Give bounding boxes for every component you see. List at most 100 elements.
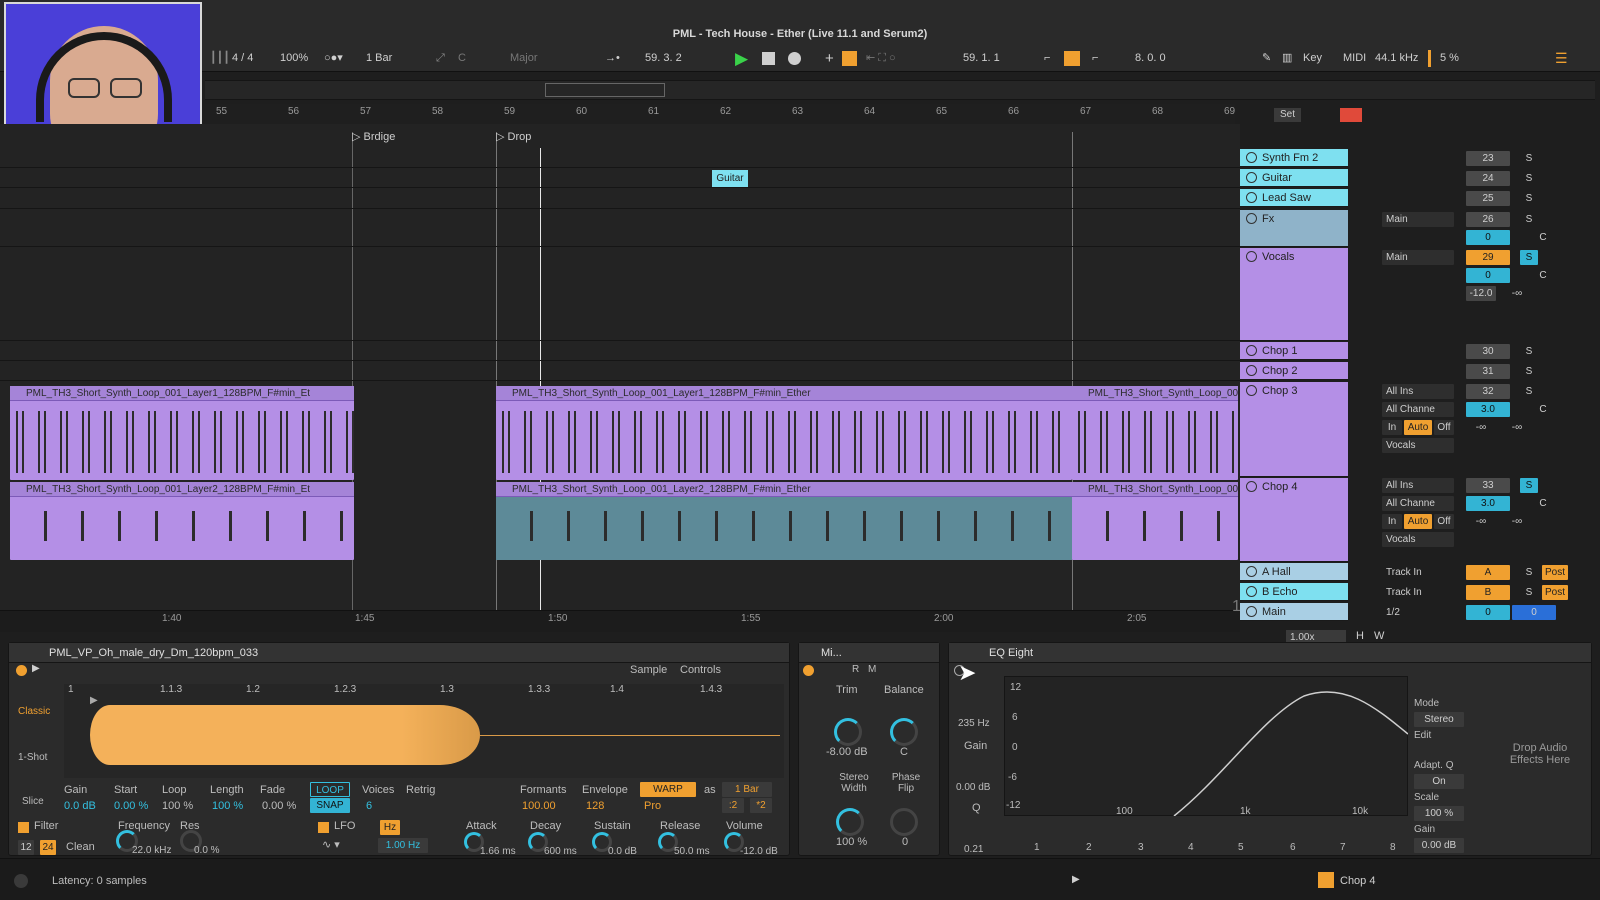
record-arm-icon[interactable]	[1246, 481, 1257, 492]
double-button[interactable]: *2	[750, 798, 772, 813]
time-signature[interactable]: 4 / 4	[232, 50, 253, 67]
record-arm-icon[interactable]	[1246, 192, 1257, 203]
clip-layer2-a[interactable]: PML_TH3_Short_Synth_Loop_001_Layer2_128B…	[10, 482, 354, 560]
slope-12[interactable]: 12	[18, 840, 34, 855]
filter-toggle[interactable]	[18, 822, 29, 833]
volume-field[interactable]: 3.0	[1466, 402, 1510, 417]
input-select[interactable]: All Ins	[1382, 384, 1454, 399]
menu-icon[interactable]: ☰	[1555, 50, 1568, 67]
output-select[interactable]: Track In	[1382, 585, 1454, 600]
utility-m-button[interactable]: M	[868, 664, 876, 675]
preview-play-icon[interactable]: ▶	[32, 663, 40, 674]
band-1[interactable]: 1	[1034, 842, 1040, 853]
clip-layer1-c[interactable]: PML_TH3_Short_Synth_Loop_001	[1072, 386, 1238, 480]
volume-field[interactable]: 0	[1466, 605, 1510, 620]
envelope-value[interactable]: 128	[586, 800, 604, 812]
clip-layer2-b[interactable]: PML_TH3_Short_Synth_Loop_001_Layer2_128B…	[496, 482, 1072, 560]
send-a[interactable]: -∞	[1466, 420, 1496, 435]
track-header-guitar[interactable]: Guitar	[1240, 169, 1348, 187]
tap-icon[interactable]: ┃┃┃	[210, 50, 230, 67]
filter-type[interactable]: Clean	[66, 841, 95, 853]
track-header-fx[interactable]: Fx	[1240, 210, 1348, 247]
send-b[interactable]: -∞	[1502, 514, 1532, 529]
loop-value[interactable]: 100 %	[162, 800, 193, 812]
lock-icon[interactable]	[1340, 108, 1362, 122]
output-select[interactable]: Vocals	[1382, 532, 1454, 547]
track-number[interactable]: 32	[1466, 384, 1510, 399]
utility-r-button[interactable]: R	[852, 664, 859, 675]
output-select[interactable]: Main	[1382, 212, 1454, 227]
solo-button[interactable]: S	[1520, 585, 1538, 600]
lfo-hz-mode[interactable]: Hz	[380, 820, 400, 835]
group-icon[interactable]	[1246, 213, 1257, 224]
mode-slice[interactable]: Slice	[22, 796, 44, 807]
output-select[interactable]: Vocals	[1382, 438, 1454, 453]
out-gain-value[interactable]: 0.00 dB	[1414, 838, 1464, 853]
set-button[interactable]: Set	[1274, 108, 1302, 122]
band-3[interactable]: 3	[1138, 842, 1144, 853]
track-number[interactable]: 31	[1466, 364, 1510, 379]
channel-select[interactable]: All Channe	[1382, 402, 1454, 417]
punch-out-icon[interactable]: ⌐	[1092, 50, 1098, 67]
input-select[interactable]: All Ins	[1382, 478, 1454, 493]
track-number[interactable]: 25	[1466, 191, 1510, 206]
length-value[interactable]: 100 %	[212, 800, 243, 812]
output-select[interactable]: Main	[1382, 250, 1454, 265]
record-arm-icon[interactable]	[1246, 385, 1257, 396]
quantize-select[interactable]: 1 Bar	[366, 50, 392, 67]
return-letter[interactable]: A	[1466, 565, 1510, 580]
loop-start[interactable]: 59. 1. 1	[963, 50, 1000, 67]
locator-bridge[interactable]: ▷ Brdige	[352, 130, 395, 143]
start-marker-icon[interactable]: ▶	[90, 695, 98, 706]
arrangement-arrow-icon[interactable]: →•	[605, 50, 620, 67]
trim-knob[interactable]	[834, 718, 862, 746]
voices-value[interactable]: 6	[366, 800, 372, 812]
pan-field[interactable]: C	[1534, 496, 1552, 511]
record-arm-icon[interactable]	[1246, 606, 1257, 617]
band-4[interactable]: 4	[1188, 842, 1194, 853]
mode-one-shot[interactable]: 1-Shot	[18, 752, 47, 763]
volume-field[interactable]: 0	[1466, 230, 1510, 245]
info-icon[interactable]	[14, 874, 28, 888]
height-button[interactable]: H	[1356, 630, 1364, 642]
midi-map-button[interactable]: MIDI	[1343, 50, 1366, 67]
monitor-in[interactable]: In	[1382, 514, 1402, 529]
mode-classic[interactable]: Classic	[18, 706, 50, 717]
back-to-arrangement-icon[interactable]: ⇤ ⛶ ○	[866, 50, 896, 67]
track-header-main[interactable]: Main	[1240, 603, 1348, 621]
metronome-icon[interactable]: ○●▾	[324, 50, 343, 67]
locator-drop[interactable]: ▷ Drop	[496, 130, 531, 143]
send-b[interactable]: -∞	[1502, 420, 1532, 435]
lfo-toggle[interactable]	[318, 822, 329, 833]
track-number[interactable]: 23	[1466, 151, 1510, 166]
width-button[interactable]: W	[1374, 630, 1384, 642]
solo-button[interactable]: S	[1520, 151, 1538, 166]
track-header-synth-fm-2[interactable]: Synth Fm 2	[1240, 149, 1348, 167]
play-button[interactable]: ▶	[735, 50, 748, 67]
post-button[interactable]: Post	[1542, 585, 1568, 600]
record-arm-icon[interactable]	[1246, 365, 1257, 376]
group-icon[interactable]	[1246, 251, 1257, 262]
band-6[interactable]: 6	[1290, 842, 1296, 853]
lfo-shape-icon[interactable]: ∿ ▾	[322, 838, 340, 851]
track-header-chop-4[interactable]: Chop 4	[1240, 478, 1348, 562]
solo-button[interactable]: S	[1520, 565, 1538, 580]
send-a[interactable]: -∞	[1466, 514, 1496, 529]
track-header-a-hall[interactable]: A Hall	[1240, 563, 1348, 581]
volume-field[interactable]: 0	[1466, 268, 1510, 283]
gain-value[interactable]: 0.0 dB	[64, 800, 96, 812]
balance-knob[interactable]	[890, 718, 918, 746]
monitor-auto[interactable]: Auto	[1404, 514, 1432, 529]
solo-button[interactable]: S	[1520, 171, 1538, 186]
slope-24[interactable]: 24	[40, 840, 56, 855]
volume-field[interactable]: 3.0	[1466, 496, 1510, 511]
clip-layer1-a[interactable]: PML_TH3_Short_Synth_Loop_001_Layer1_128B…	[10, 386, 354, 480]
track-header-vocals[interactable]: Vocals	[1240, 248, 1348, 341]
utility-power-icon[interactable]	[803, 665, 814, 676]
pan-field[interactable]: 0	[1512, 605, 1556, 620]
track-header-b-echo[interactable]: B Echo	[1240, 583, 1348, 601]
scroll-play-icon[interactable]: ▶	[1072, 874, 1080, 885]
warp-mode-select[interactable]: Pro	[644, 800, 661, 812]
width-knob[interactable]	[836, 808, 864, 836]
solo-button[interactable]: S	[1520, 364, 1538, 379]
